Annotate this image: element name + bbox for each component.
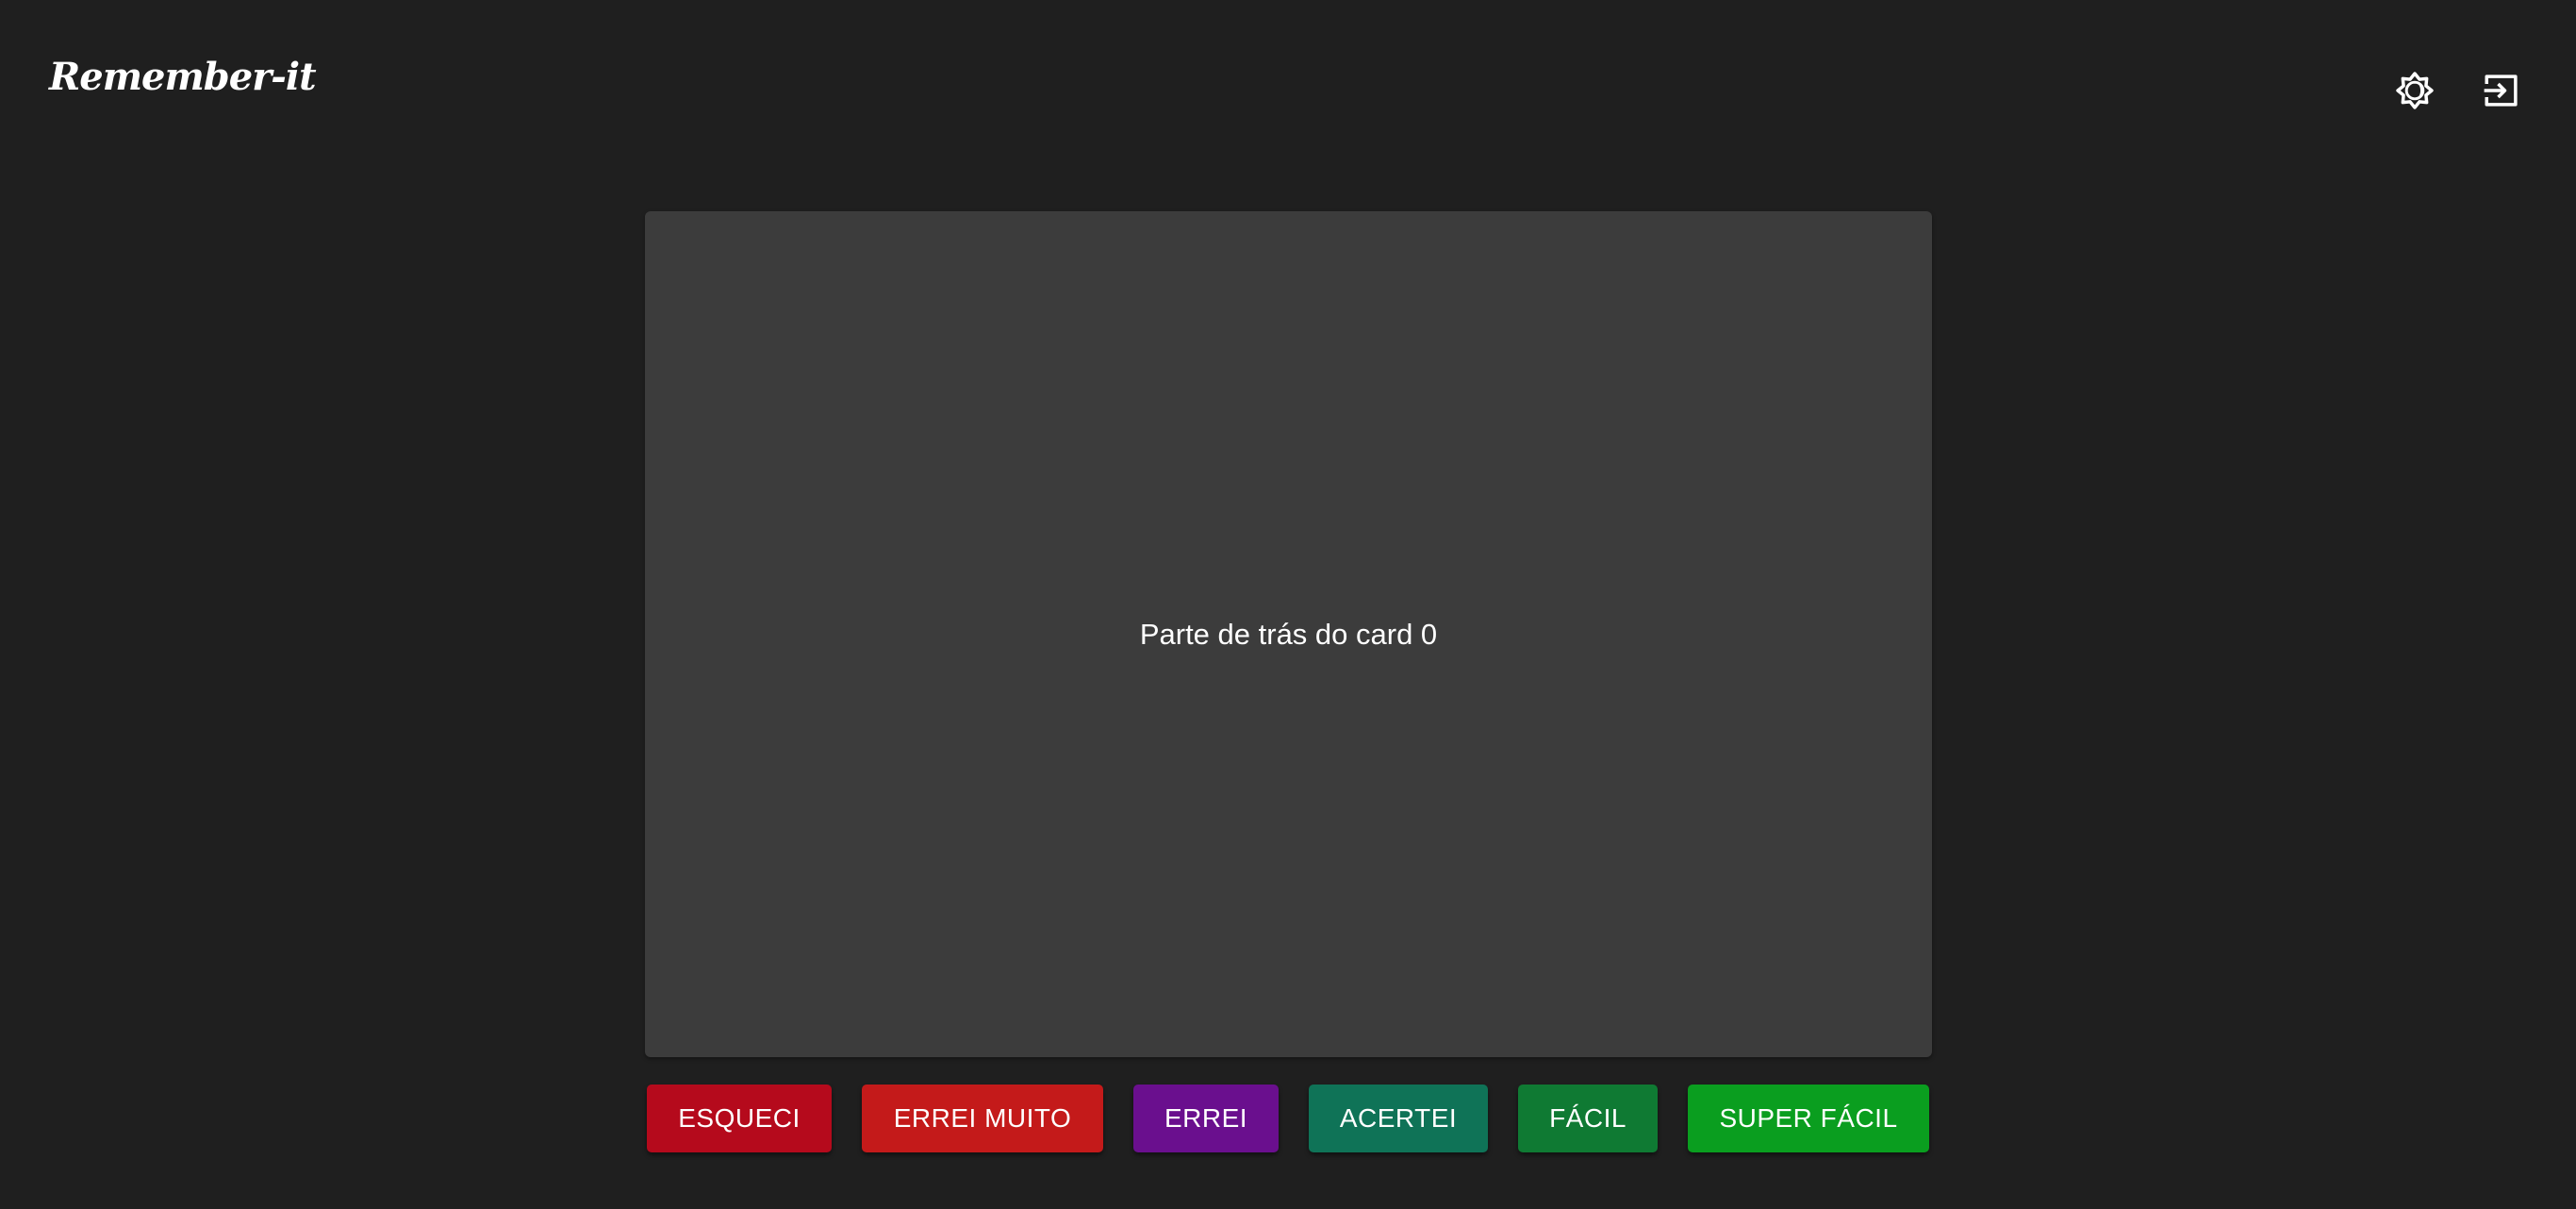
theme-toggle-button[interactable]	[2386, 62, 2443, 119]
wrong-button[interactable]: ERREI	[1133, 1085, 1279, 1152]
wrong-a-lot-button[interactable]: ERREI MUITO	[862, 1085, 1103, 1152]
easy-button[interactable]: FÁCIL	[1518, 1085, 1658, 1152]
forgot-button[interactable]: ESQUECI	[647, 1085, 832, 1152]
correct-button[interactable]: ACERTEI	[1309, 1085, 1488, 1152]
grade-buttons: ESQUECI ERREI MUITO ERREI ACERTEI FÁCIL …	[0, 1085, 2576, 1152]
app-logo[interactable]: Remember-it	[49, 58, 317, 96]
app-root: Remember-it Parte de trás do card 0 ESQU…	[0, 0, 2576, 1209]
super-easy-button[interactable]: SUPER FÁCIL	[1688, 1085, 1929, 1152]
flashcard-text: Parte de trás do card 0	[1139, 617, 1438, 651]
brightness-icon	[2394, 70, 2436, 111]
app-header: Remember-it	[0, 0, 2576, 179]
logout-icon	[2482, 71, 2521, 110]
flashcard[interactable]: Parte de trás do card 0	[645, 211, 1932, 1057]
logout-button[interactable]	[2473, 62, 2530, 119]
